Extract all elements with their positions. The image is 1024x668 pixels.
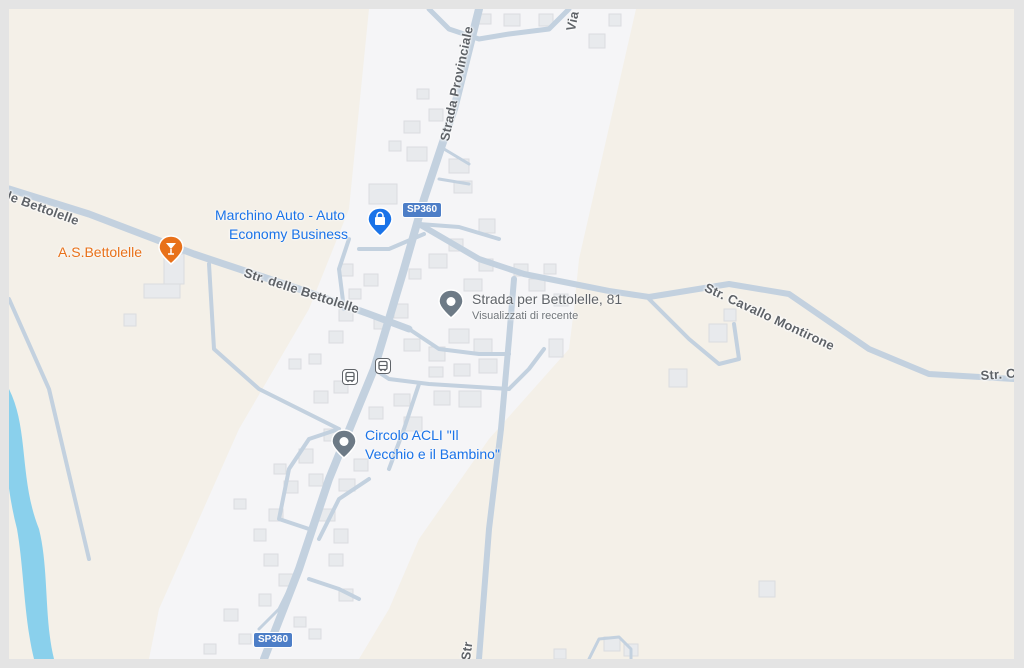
recent-place-pin-icon[interactable] [438, 289, 464, 319]
river [9, 389, 54, 659]
poi-marchino-label-line1: Marchino Auto - Auto [215, 207, 345, 223]
road-label-bottom: Str [457, 640, 476, 659]
map-graphics [9, 9, 1014, 659]
place-pin-icon[interactable] [331, 429, 357, 459]
map-canvas[interactable]: Strada Provinciale lle Bettolelle Str. d… [9, 9, 1014, 659]
cocktail-icon[interactable] [158, 235, 184, 265]
route-shield-sp360-top: SP360 [402, 202, 443, 218]
bus-stop-icon[interactable] [375, 358, 391, 374]
route-shield-sp360-bottom: SP360 [253, 632, 294, 648]
road-label-str-c: Str. C [980, 365, 1014, 383]
poi-circolo-label-line1: Circolo ACLI "Il [365, 427, 459, 443]
poi-marchino-label-line2: Economy Business [229, 226, 349, 242]
poi-strada-label: Strada per Bettolelle, 81 [472, 291, 623, 307]
urban-area [149, 9, 636, 659]
bus-stop-icon[interactable] [342, 369, 358, 385]
poi-circolo-label-line2: Vecchio e il Bambino" [365, 446, 500, 462]
poi-strada-sublabel: Visualizzati di recente [472, 310, 579, 322]
poi-bettolelle-label: A.S.Bettolelle [58, 244, 143, 260]
shopping-bag-icon[interactable] [367, 207, 393, 237]
map-frame: Strada Provinciale lle Bettolelle Str. d… [0, 0, 1024, 668]
